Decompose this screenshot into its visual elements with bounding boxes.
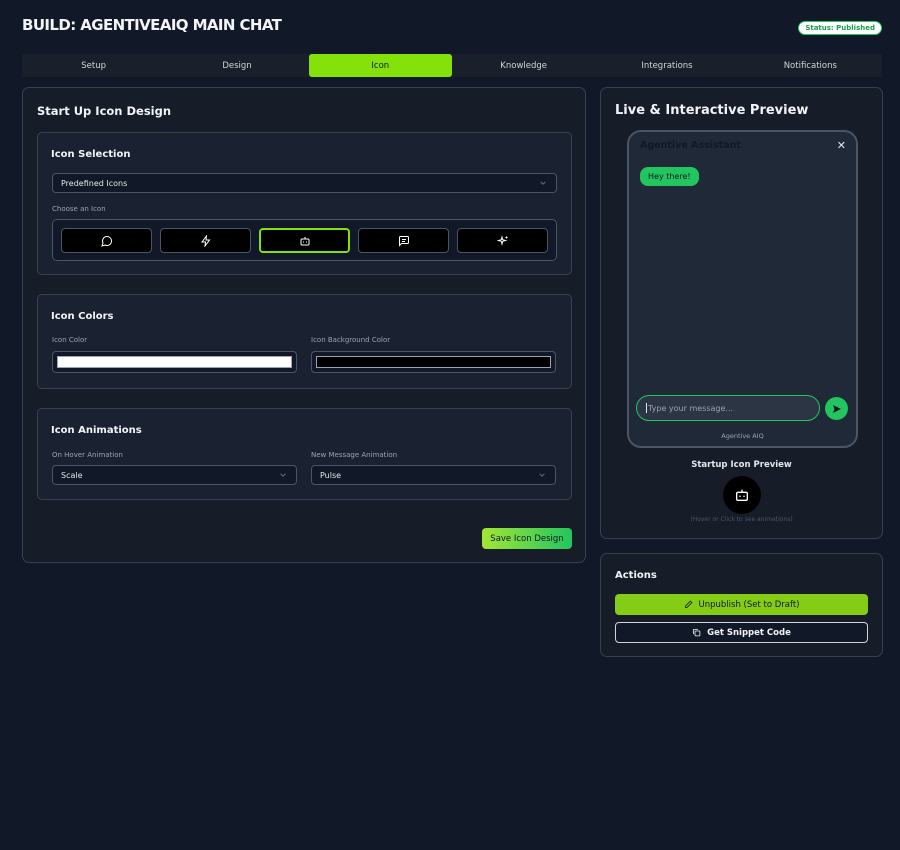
close-icon[interactable]: ✕	[837, 139, 846, 152]
text-caret	[646, 403, 647, 413]
actions-panel: Actions Unpublish (Set to Draft) Get Sni…	[600, 553, 883, 657]
pencil-icon	[684, 600, 692, 608]
icon-option-robot[interactable]	[259, 228, 350, 253]
icon-color-input[interactable]	[52, 351, 297, 373]
chat-bubble-icon	[100, 235, 112, 247]
save-icon-design-button[interactable]: Save Icon Design	[482, 528, 572, 549]
icon-design-panel: Start Up Icon Design Icon Selection Pred…	[22, 87, 586, 563]
icon-colors-title: Icon Colors	[51, 311, 114, 322]
tab-integrations[interactable]: Integrations	[595, 54, 738, 77]
chevron-down-icon	[539, 473, 545, 477]
icon-option-lightning[interactable]	[160, 228, 251, 253]
snippet-label: Get Snippet Code	[707, 627, 791, 638]
icon-colors-section: Icon Colors Icon Color Icon Background C…	[37, 294, 572, 389]
hover-animation-label: On Hover Animation	[52, 451, 123, 459]
sparkles-icon	[496, 234, 507, 246]
icon-design-title: Start Up Icon Design	[37, 104, 172, 118]
icon-bg-color-input[interactable]	[311, 351, 556, 373]
assistant-name: Agentive Assistant	[640, 140, 741, 151]
preview-title: Live & Interactive Preview	[615, 103, 809, 118]
icon-option-sparkles[interactable]	[457, 228, 548, 253]
actions-title: Actions	[615, 570, 657, 581]
icon-option-message[interactable]	[358, 228, 449, 253]
new-message-animation-select[interactable]: Pulse	[311, 465, 556, 485]
message-square-icon	[398, 235, 409, 247]
icon-color-label: Icon Color	[52, 336, 88, 344]
startup-icon-hint: (Hover or Click to see animations)	[690, 516, 793, 523]
hover-animation-value: Scale	[61, 470, 83, 480]
icon-color-swatch	[57, 356, 292, 368]
tab-setup[interactable]: Setup	[22, 54, 165, 77]
icon-bg-color-label: Icon Background Color	[311, 336, 391, 344]
unpublish-label: Unpublish (Set to Draft)	[698, 599, 800, 610]
robot-icon	[736, 489, 748, 501]
chevron-down-icon	[280, 473, 286, 477]
tab-knowledge[interactable]: Knowledge	[452, 54, 595, 77]
hover-animation-select[interactable]: Scale	[52, 465, 297, 485]
send-button[interactable]	[825, 397, 848, 420]
new-message-animation-label: New Message Animation	[311, 451, 398, 459]
icon-animations-title: Icon Animations	[51, 425, 142, 436]
get-snippet-button[interactable]: Get Snippet Code	[615, 622, 868, 643]
icon-option-chat[interactable]	[61, 228, 152, 253]
startup-icon-preview[interactable]	[723, 476, 761, 514]
copy-icon	[693, 629, 701, 637]
preview-panel: Live & Interactive Preview Agentive Assi…	[600, 87, 883, 539]
icon-type-value: Predefined Icons	[61, 178, 128, 188]
lightning-icon	[200, 234, 210, 247]
greeting-bubble: Hey there!	[640, 167, 699, 186]
page-title: BUILD: AGENTIVEAIQ MAIN CHAT	[22, 16, 282, 34]
status-badge: Status: Published	[798, 21, 882, 35]
tab-design[interactable]: Design	[165, 54, 308, 77]
message-input[interactable]: Type your message...	[636, 395, 820, 421]
unpublish-button[interactable]: Unpublish (Set to Draft)	[615, 594, 868, 615]
startup-icon-title: Startup Icon Preview	[691, 460, 792, 470]
robot-icon	[300, 236, 309, 245]
chevron-down-icon	[540, 181, 546, 185]
icon-selection-section: Icon Selection Predefined Icons Choose a…	[37, 132, 572, 275]
icon-bg-color-swatch	[316, 356, 551, 368]
message-input-placeholder: Type your message...	[648, 403, 734, 413]
tab-notifications[interactable]: Notifications	[739, 54, 882, 77]
new-message-animation-value: Pulse	[320, 470, 342, 480]
icon-choices	[52, 219, 557, 261]
tab-icon[interactable]: Icon	[308, 54, 452, 77]
icon-selection-title: Icon Selection	[51, 149, 131, 160]
chat-preview-window: Agentive Assistant ✕ Hey there! Type you…	[627, 130, 858, 448]
chat-footer: Agentive AIQ	[721, 432, 764, 440]
send-icon	[832, 404, 841, 413]
choose-icon-label: Choose an Icon	[52, 205, 106, 213]
icon-type-select[interactable]: Predefined Icons	[52, 173, 557, 193]
icon-animations-section: Icon Animations On Hover Animation New M…	[37, 408, 572, 500]
tab-bar: Setup Design Icon Knowledge Integrations…	[22, 54, 882, 77]
